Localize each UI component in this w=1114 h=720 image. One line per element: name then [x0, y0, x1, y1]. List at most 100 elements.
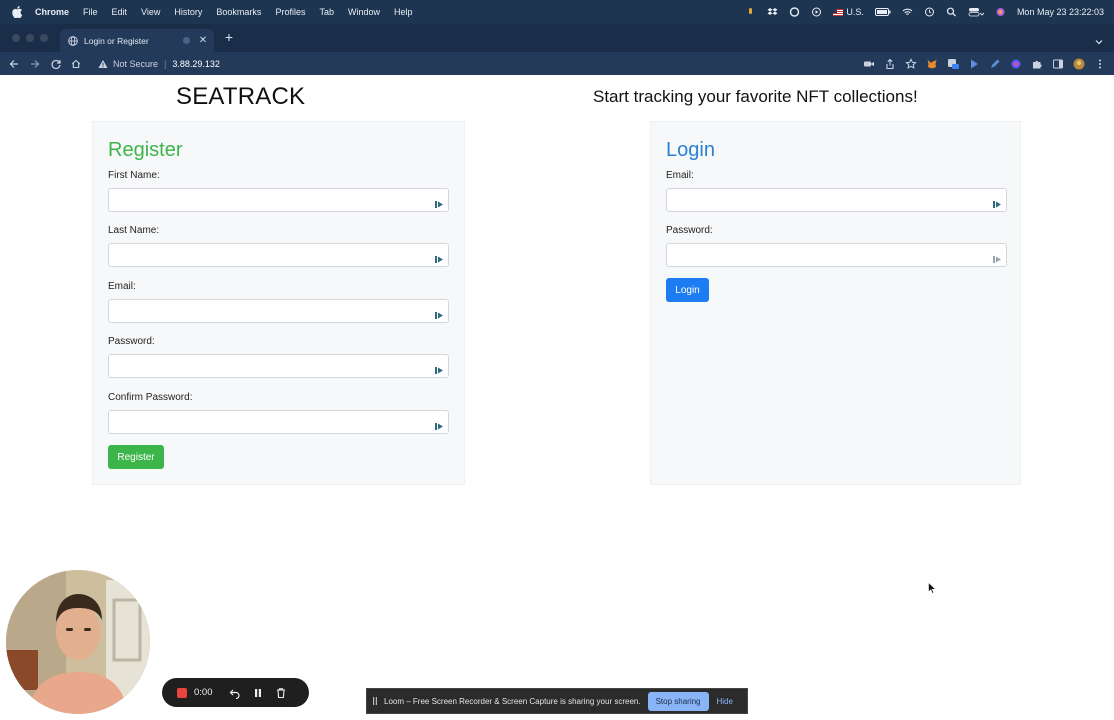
login-heading: Login [666, 139, 715, 161]
address-separator: | [164, 58, 167, 69]
flag-extension-icon[interactable] [968, 57, 980, 69]
minimize-window-button[interactable] [26, 34, 34, 42]
zoom-window-button[interactable] [40, 34, 48, 42]
back-arrow-icon[interactable] [8, 57, 20, 69]
bookmark-star-icon[interactable] [905, 57, 917, 69]
login-password-input[interactable] [666, 243, 1007, 267]
site-brand-title: SEATRACK [176, 83, 306, 110]
badge-extension-icon[interactable] [947, 57, 959, 69]
login-button[interactable]: Login [666, 278, 709, 302]
register-button[interactable]: Register [108, 445, 164, 469]
window-traffic-lights [12, 34, 48, 42]
recording-controls: 0:00 [162, 678, 309, 707]
web-page: SEATRACK Start tracking your favorite NF… [0, 75, 1114, 720]
register-email-label: Email: [108, 281, 136, 292]
hide-notification-button[interactable]: Hide [717, 697, 733, 706]
menu-profiles[interactable]: Profiles [275, 7, 305, 17]
confirm-password-input[interactable] [108, 410, 449, 434]
metamask-extension-icon[interactable] [926, 57, 938, 69]
wifi-icon[interactable] [902, 7, 913, 17]
spotlight-search-icon[interactable] [946, 7, 957, 17]
loom-extension-icon[interactable] [1010, 57, 1022, 69]
drag-handle-icon[interactable] [372, 696, 378, 706]
close-window-button[interactable] [12, 34, 20, 42]
autofill-key-icon[interactable] [435, 251, 444, 263]
first-name-input[interactable] [108, 188, 449, 212]
autofill-key-icon[interactable] [993, 251, 1002, 263]
share-message: Loom – Free Screen Recorder & Screen Cap… [384, 696, 641, 706]
browser-tab-active[interactable]: Login or Register ✕ [60, 29, 214, 52]
autofill-key-icon[interactable] [435, 362, 444, 374]
menu-history[interactable]: History [174, 7, 202, 17]
profile-avatar-icon[interactable] [1073, 57, 1085, 70]
stop-recording-button[interactable] [177, 687, 187, 698]
dropbox-icon[interactable] [767, 7, 778, 17]
login-email-label: Email: [666, 170, 694, 181]
battery-icon[interactable] [874, 7, 891, 17]
pause-icon[interactable] [252, 687, 264, 699]
menu-view[interactable]: View [141, 7, 160, 17]
confirm-password-label: Confirm Password: [108, 392, 193, 403]
new-tab-plus-icon[interactable]: + [222, 30, 236, 44]
autofill-key-icon[interactable] [435, 196, 444, 208]
screen-share-notification: Loom – Free Screen Recorder & Screen Cap… [366, 688, 748, 714]
url-text[interactable]: 3.88.29.132 [172, 59, 220, 69]
menu-file[interactable]: File [83, 7, 98, 17]
menu-bookmarks[interactable]: Bookmarks [216, 7, 261, 17]
menu-edit[interactable]: Edit [112, 7, 128, 17]
login-password-label: Password: [666, 225, 713, 236]
home-icon[interactable] [70, 57, 82, 69]
undo-restart-icon[interactable] [229, 687, 241, 699]
pen-extension-icon[interactable] [989, 57, 1001, 69]
menu-tab[interactable]: Tab [319, 7, 334, 17]
autofill-key-icon[interactable] [435, 418, 444, 430]
address-bar[interactable]: Not Secure | 3.88.29.132 [92, 55, 882, 72]
register-password-input[interactable] [108, 354, 449, 378]
recording-timer: 0:00 [194, 687, 213, 698]
globe-icon [68, 35, 78, 46]
reload-icon[interactable] [50, 57, 62, 70]
tab-close-icon[interactable]: ✕ [198, 35, 208, 46]
stop-sharing-button[interactable]: Stop sharing [647, 691, 709, 711]
puzzle-extensions-icon[interactable] [1031, 57, 1043, 69]
autofill-key-icon[interactable] [435, 307, 444, 319]
last-name-label: Last Name: [108, 225, 160, 236]
forward-arrow-icon[interactable] [29, 57, 41, 69]
control-center-icon[interactable] [968, 7, 985, 17]
webcam-bubble[interactable] [6, 570, 150, 714]
time-machine-icon[interactable] [924, 7, 935, 17]
autofill-key-icon[interactable] [993, 196, 1002, 208]
register-password-label: Password: [108, 336, 155, 347]
login-email-input[interactable] [666, 188, 1007, 212]
microphone-icon[interactable] [745, 7, 756, 17]
camera-icon[interactable] [863, 57, 875, 69]
share-icon[interactable] [884, 57, 896, 70]
mouse-cursor-icon [928, 581, 937, 594]
play-circle-icon[interactable] [811, 7, 822, 17]
tab-search-chevron-icon[interactable] [1094, 34, 1104, 45]
extension-toolbar [863, 57, 1106, 70]
register-email-input[interactable] [108, 299, 449, 323]
siri-icon[interactable] [995, 7, 1006, 17]
register-card: Register First Name: Last Name: Email: P… [92, 121, 465, 485]
macos-menu-bar: Chrome File Edit View History Bookmarks … [0, 0, 1114, 24]
input-source-label: U.S. [846, 7, 864, 17]
input-source-flag-icon[interactable]: U.S. [833, 7, 864, 17]
last-name-input[interactable] [108, 243, 449, 267]
menu-app-name[interactable]: Chrome [35, 7, 69, 17]
warning-triangle-icon[interactable] [98, 59, 108, 69]
not-secure-label[interactable]: Not Secure [113, 59, 158, 69]
trash-icon[interactable] [275, 687, 287, 699]
side-panel-icon[interactable] [1052, 57, 1064, 69]
menubar-status-area: U.S. Mon May 23 23:22:03 [745, 0, 1104, 24]
browser-menu-kebab-icon[interactable] [1094, 57, 1106, 69]
browser-tab-strip: Login or Register ✕ + [0, 24, 1114, 52]
tab-title: Login or Register [84, 35, 149, 46]
apple-logo-icon[interactable] [11, 6, 23, 18]
menu-window[interactable]: Window [348, 7, 380, 17]
creative-cloud-icon[interactable] [789, 7, 800, 17]
login-card: Login Email: Password: Login [650, 121, 1021, 485]
menubar-clock[interactable]: Mon May 23 23:22:03 [1017, 7, 1104, 17]
menu-help[interactable]: Help [394, 7, 413, 17]
first-name-label: First Name: [108, 170, 160, 181]
